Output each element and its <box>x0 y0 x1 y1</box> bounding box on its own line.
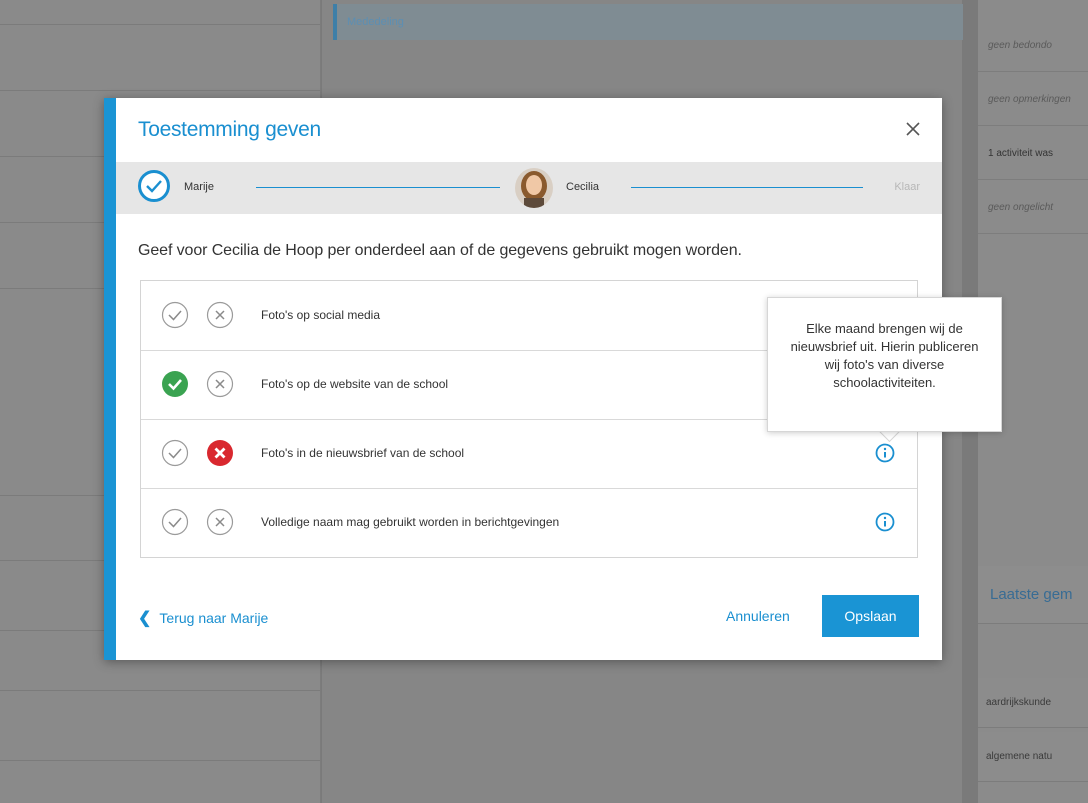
cancel-link[interactable]: Annuleren <box>726 608 790 624</box>
step-label-second: Cecilia <box>566 181 600 193</box>
step-connector <box>631 187 863 188</box>
approve-icon[interactable] <box>161 439 189 467</box>
deny-icon[interactable] <box>206 508 234 536</box>
consent-row-label: Foto's op de website van de school <box>261 377 449 391</box>
step-connector <box>256 187 500 188</box>
close-icon[interactable] <box>904 120 922 138</box>
stepper: Marije Cecilia Klaar <box>116 162 942 214</box>
background-row <box>0 690 320 691</box>
background-row <box>0 24 320 25</box>
background-right-item: geen ongelicht <box>978 182 1088 234</box>
chevron-left-icon: ❮ <box>138 610 152 627</box>
avatar <box>515 168 553 208</box>
background-row <box>0 760 320 761</box>
background-right-item: 1 activiteit was <box>978 128 1088 180</box>
save-button[interactable]: Opslaan <box>822 595 919 637</box>
background-right-list-item: algemene natu <box>978 732 1088 782</box>
info-icon[interactable] <box>875 443 895 463</box>
deny-selected-icon[interactable] <box>206 439 234 467</box>
back-link-label: Terug naar Marije <box>159 610 269 626</box>
info-icon[interactable] <box>875 512 895 532</box>
deny-icon[interactable] <box>206 301 234 329</box>
consent-row-label: Volledige naam mag gebruikt worden in be… <box>261 515 560 529</box>
background-row <box>0 90 320 91</box>
background-right-list-item: aardrijkskunde <box>978 678 1088 728</box>
approve-icon[interactable] <box>161 301 189 329</box>
consent-row: Volledige naam mag gebruikt worden in be… <box>141 488 917 557</box>
background-tab: Mededeling <box>333 4 963 40</box>
info-tooltip: Elke maand brengen wij de nieuwsbrief ui… <box>767 297 1002 432</box>
back-link[interactable]: ❮ Terug naar Marije <box>138 608 268 628</box>
step-label-first: Marije <box>184 181 214 193</box>
background-right-item: geen bedondo <box>978 20 1088 72</box>
consent-row-label: Foto's op social media <box>261 308 381 322</box>
instruction-text: Geef voor Cecilia de Hoop per onderdeel … <box>138 242 742 259</box>
consent-row-label: Foto's in de nieuwsbrief van de school <box>261 446 465 460</box>
approve-icon[interactable] <box>161 508 189 536</box>
step-label-done: Klaar <box>894 181 920 193</box>
deny-icon[interactable] <box>206 370 234 398</box>
step-complete-check-icon <box>138 170 170 202</box>
background-right-title: Laatste gem <box>978 566 1088 624</box>
approve-selected-icon[interactable] <box>161 370 189 398</box>
background-right-item: geen opmerkingen <box>978 74 1088 126</box>
modal-title: Toestemming geven <box>138 118 321 141</box>
